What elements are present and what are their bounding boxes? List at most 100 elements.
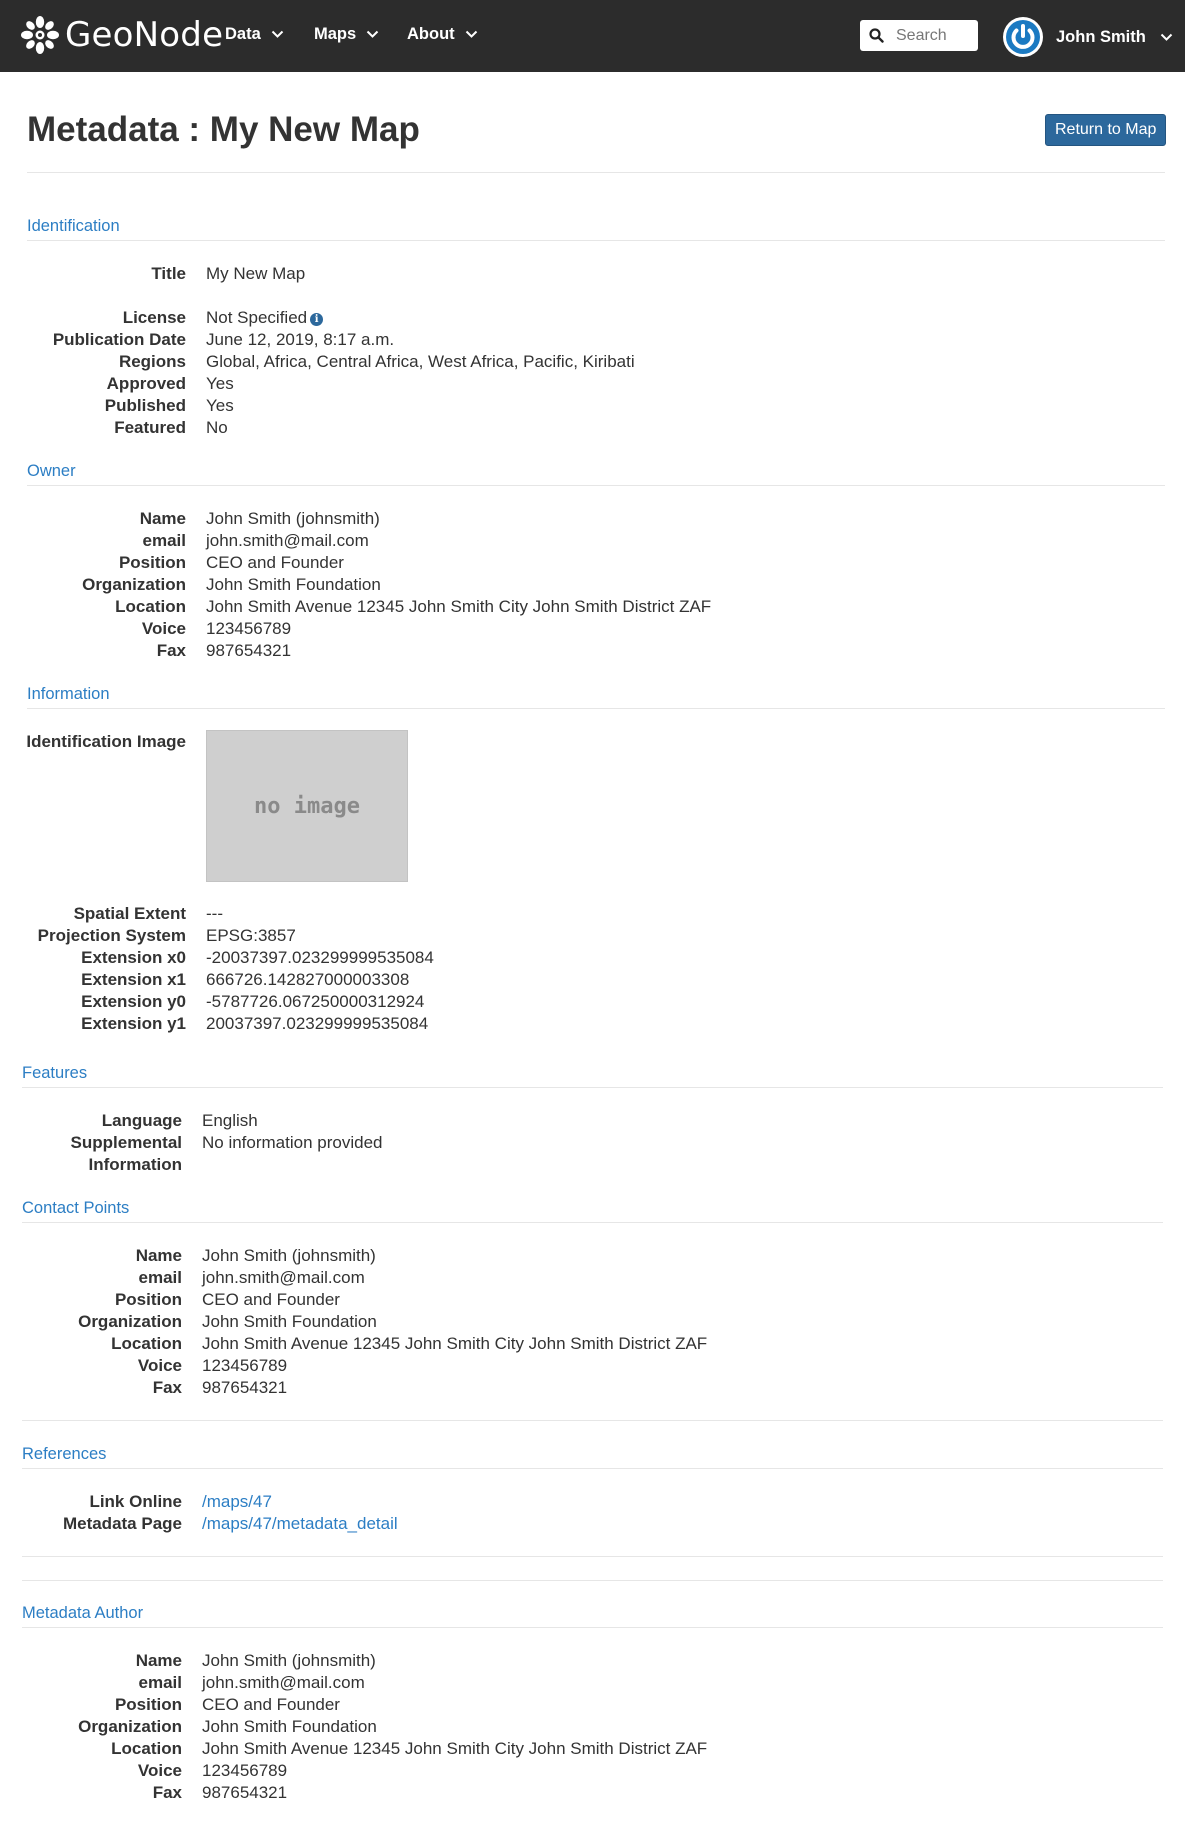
divider bbox=[27, 172, 1165, 173]
thumbnail-placeholder: no image bbox=[206, 730, 408, 882]
search-input[interactable] bbox=[894, 25, 978, 46]
field-value: John Smith Foundation bbox=[202, 1717, 377, 1736]
section-identification-heading: Identification bbox=[27, 217, 120, 235]
no-image-text: no image bbox=[254, 793, 360, 819]
section-metadata-author-heading: Metadata Author bbox=[22, 1604, 144, 1622]
field-label: Extension x0 bbox=[81, 948, 186, 967]
brand-logo[interactable]: GeoNode bbox=[19, 13, 223, 57]
field-value: John Smith (johnsmith) bbox=[202, 1246, 376, 1265]
field-value: June 12, 2019, 8:17 a.m. bbox=[206, 330, 395, 349]
avatar bbox=[1003, 17, 1043, 57]
field-label: Name bbox=[139, 509, 186, 528]
field-row-supplemental-information-cont: Information bbox=[0, 1155, 1185, 1177]
field-value: 987654321 bbox=[202, 1378, 288, 1397]
divider bbox=[27, 485, 1165, 486]
nav-about-label: About bbox=[407, 25, 455, 43]
field-value: No bbox=[206, 418, 228, 437]
field-label: Spatial Extent bbox=[73, 904, 186, 923]
field-label: Fax bbox=[152, 1378, 182, 1397]
chevron-down-icon bbox=[366, 30, 379, 38]
search-box[interactable] bbox=[860, 20, 978, 51]
field-row-identification-image: Identification Image bbox=[0, 732, 1185, 754]
field-label: Metadata Page bbox=[62, 1514, 182, 1533]
brand-name: GeoNode bbox=[65, 15, 224, 55]
field-value: CEO and Founder bbox=[202, 1695, 340, 1714]
return-to-map-button[interactable]: Return to Map bbox=[1045, 114, 1167, 146]
field-row: Location John Smith Avenue 12345 John Smi… bbox=[0, 1334, 1185, 1356]
field-value: John Smith (johnsmith) bbox=[206, 509, 380, 528]
field-label: Extension x1 bbox=[81, 970, 186, 989]
field-row: email john.smith@mail.com bbox=[0, 1268, 1185, 1290]
field-row-license: License Not Specified i bbox=[0, 308, 1185, 330]
search-icon bbox=[869, 28, 884, 43]
field-label: Organization bbox=[78, 1717, 182, 1736]
field-label: Information bbox=[88, 1155, 183, 1174]
field-row-regions: Regions Global, Africa, Central Africa, … bbox=[0, 352, 1185, 374]
chevron-down-icon bbox=[1160, 33, 1173, 41]
field-label: Position bbox=[118, 553, 186, 572]
field-row: Projection System EPSG:3857 bbox=[0, 926, 1185, 948]
metadata-page-link[interactable]: /maps/47/metadata_detail bbox=[202, 1514, 398, 1534]
field-row-link-online: Link Online /maps/47 bbox=[0, 1492, 1185, 1514]
chevron-down-icon bbox=[465, 30, 477, 38]
section-information-heading: Information bbox=[27, 685, 110, 703]
user-menu[interactable]: John Smith bbox=[1003, 17, 1173, 57]
field-label: Approved bbox=[106, 374, 186, 393]
field-value: -5787726.067250000312924 bbox=[206, 992, 425, 1011]
divider bbox=[27, 708, 1165, 709]
field-value: 987654321 bbox=[202, 1783, 288, 1802]
divider bbox=[22, 1087, 1163, 1088]
nav-about-menu[interactable]: About bbox=[407, 25, 478, 44]
nav-maps-label: Maps bbox=[314, 25, 357, 43]
field-label: Location bbox=[115, 597, 186, 616]
field-row: Position CEO and Founder bbox=[0, 1695, 1185, 1717]
field-row: Location John Smith Avenue 12345 John Smi… bbox=[0, 597, 1185, 619]
field-value: CEO and Founder bbox=[206, 553, 344, 572]
field-label: Publication Date bbox=[52, 330, 186, 349]
field-label: Position bbox=[114, 1290, 182, 1309]
nav-maps-menu[interactable]: Maps bbox=[314, 25, 379, 44]
field-row-title: Title My New Map bbox=[0, 264, 1185, 286]
field-row: Position CEO and Founder bbox=[0, 1290, 1185, 1312]
field-row: Extension x1 666726.142827000003308 bbox=[0, 970, 1185, 992]
field-row-featured: Featured No bbox=[0, 418, 1185, 440]
field-label: Title bbox=[151, 264, 186, 283]
field-row: Spatial Extent --- bbox=[0, 904, 1185, 926]
field-row-metadata-page: Metadata Page /maps/47/metadata_detail bbox=[0, 1514, 1185, 1536]
nav-data-menu[interactable]: Data bbox=[225, 25, 284, 44]
field-row: Organization John Smith Foundation bbox=[0, 575, 1185, 597]
page-title: Metadata : My New Map bbox=[27, 110, 420, 149]
field-value: No information provided bbox=[202, 1133, 383, 1152]
field-label: Location bbox=[111, 1739, 182, 1758]
field-row-approved: Approved Yes bbox=[0, 374, 1185, 396]
field-value: John Smith Foundation bbox=[202, 1312, 377, 1331]
divider bbox=[22, 1580, 1163, 1581]
field-row: Voice 123456789 bbox=[0, 1356, 1185, 1378]
field-row: Fax 987654321 bbox=[0, 1378, 1185, 1400]
chevron-down-icon bbox=[271, 30, 283, 38]
field-label: email bbox=[138, 1268, 182, 1287]
field-value: 123456789 bbox=[202, 1356, 288, 1375]
field-value: 987654321 bbox=[206, 641, 292, 660]
field-value: John Smith Foundation bbox=[206, 575, 381, 594]
field-label: Voice bbox=[137, 1761, 182, 1780]
info-icon[interactable]: i bbox=[310, 313, 324, 326]
field-value: --- bbox=[206, 904, 223, 923]
field-label: Position bbox=[114, 1695, 182, 1714]
field-label: Fax bbox=[152, 1783, 182, 1802]
field-label: Extension y1 bbox=[81, 1014, 186, 1033]
field-label: Name bbox=[135, 1651, 182, 1670]
field-label: Extension y0 bbox=[81, 992, 186, 1011]
field-value: John Smith Avenue 12345 John Smith City … bbox=[202, 1739, 708, 1758]
field-row: Organization John Smith Foundation bbox=[0, 1312, 1185, 1334]
field-label: Identification Image bbox=[26, 732, 186, 751]
field-row: Voice 123456789 bbox=[0, 1761, 1185, 1783]
field-row: Extension y1 20037397.023299999535084 bbox=[0, 1014, 1185, 1036]
field-value: john.smith@mail.com bbox=[206, 531, 369, 550]
field-row: Organization John Smith Foundation bbox=[0, 1717, 1185, 1739]
field-row: Name John Smith (johnsmith) bbox=[0, 1246, 1185, 1268]
field-row-published: Published Yes bbox=[0, 396, 1185, 418]
field-row: email john.smith@mail.com bbox=[0, 1673, 1185, 1695]
link-online-link[interactable]: /maps/47 bbox=[202, 1492, 272, 1512]
field-label: Voice bbox=[137, 1356, 182, 1375]
